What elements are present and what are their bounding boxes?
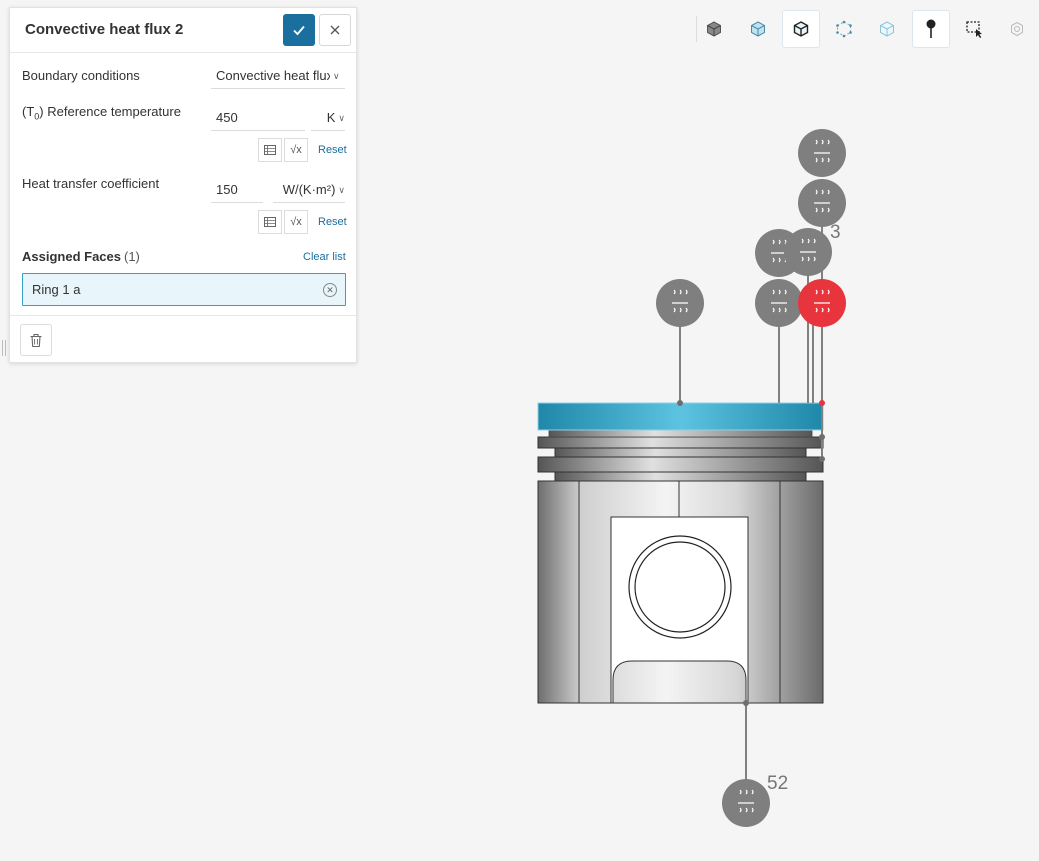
heat-flux-marker-selected[interactable]: [798, 279, 846, 327]
selected-ring-face: [537, 402, 824, 431]
heat-flux-marker[interactable]: [798, 179, 846, 227]
viewport-canvas[interactable]: 3 52: [0, 0, 1039, 861]
piston-model[interactable]: [537, 402, 824, 704]
heat-flux-marker[interactable]: [755, 279, 803, 327]
heat-flux-marker[interactable]: [656, 279, 704, 327]
selected-attachment-point: [819, 400, 825, 406]
heat-flux-marker[interactable]: [798, 129, 846, 177]
heat-flux-marker[interactable]: [784, 228, 832, 276]
marker-count-label: 52: [767, 773, 788, 794]
heat-flux-marker[interactable]: [722, 779, 770, 827]
marker-count-label: 3: [830, 222, 841, 243]
